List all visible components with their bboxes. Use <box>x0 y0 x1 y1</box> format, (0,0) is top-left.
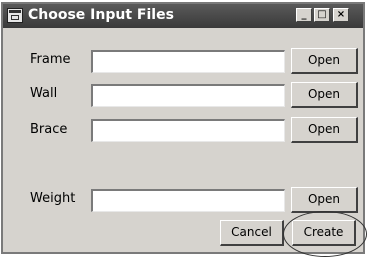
weight-open-button[interactable]: Open <box>291 187 358 213</box>
choose-input-files-dialog: Choose Input Files _ □ × Frame Open Wall… <box>1 2 367 257</box>
cancel-button[interactable]: Cancel <box>220 220 284 246</box>
minimize-icon[interactable]: _ <box>296 8 312 22</box>
brace-open-button[interactable]: Open <box>291 117 358 143</box>
weight-path-input[interactable] <box>91 189 285 212</box>
close-icon[interactable]: × <box>333 8 349 22</box>
frame-path-input[interactable] <box>91 50 285 73</box>
maximize-icon[interactable]: □ <box>314 8 330 22</box>
app-icon[interactable] <box>7 8 23 23</box>
weight-label: Weight <box>30 191 76 206</box>
create-button[interactable]: Create <box>292 220 356 246</box>
wall-path-input[interactable] <box>91 84 285 107</box>
brace-path-input[interactable] <box>91 119 285 142</box>
wall-label: Wall <box>30 86 58 101</box>
window-title: Choose Input Files <box>28 7 174 23</box>
title-bar[interactable]: Choose Input Files _ □ × <box>3 4 363 28</box>
frame-label: Frame <box>30 52 71 67</box>
brace-label: Brace <box>30 122 68 137</box>
frame-open-button[interactable]: Open <box>291 48 358 74</box>
wall-open-button[interactable]: Open <box>291 82 358 108</box>
